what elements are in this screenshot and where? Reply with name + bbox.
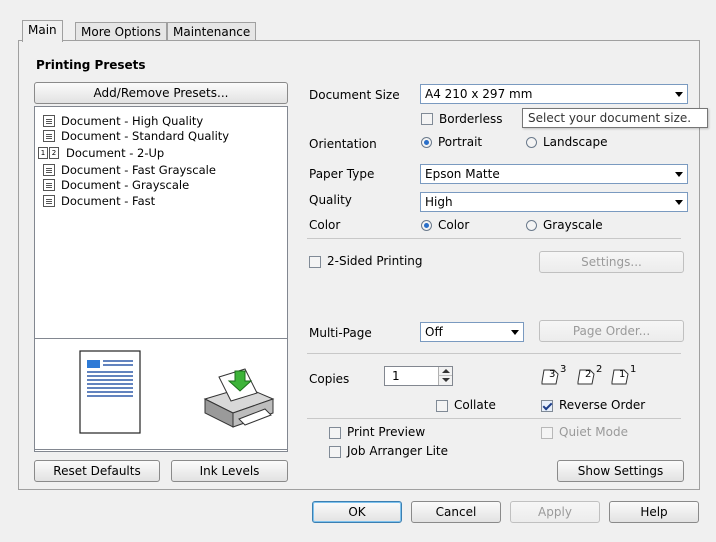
landscape-radio[interactable] [526, 137, 537, 148]
chevron-down-icon [675, 92, 683, 97]
document-icon [43, 179, 55, 191]
document-icon [43, 115, 55, 127]
portrait-label: Portrait [438, 135, 483, 149]
add-remove-presets-button[interactable]: Add/Remove Presets... [34, 82, 288, 104]
color-label: Color [309, 218, 341, 232]
quiet-mode-label: Quiet Mode [559, 425, 628, 439]
document-size-label: Document Size [309, 88, 400, 102]
collate-label: Collate [454, 398, 496, 412]
multi-page-select[interactable]: Off [420, 322, 524, 342]
divider [307, 418, 681, 419]
copies-label: Copies [309, 372, 350, 386]
help-button[interactable]: Help [609, 501, 699, 523]
document-icon [43, 195, 55, 207]
preset-item[interactable]: Document - High Quality [43, 113, 203, 129]
reverse-order-label: Reverse Order [559, 398, 646, 412]
borderless-checkbox[interactable] [421, 113, 433, 125]
page-stack-icon: 3 3 2 2 1 1 [540, 364, 690, 386]
stepper-up-icon[interactable] [438, 367, 452, 376]
two-up-icon: 12 [38, 147, 60, 159]
chevron-down-icon [511, 330, 519, 335]
document-size-tooltip: Select your document size. [522, 108, 708, 128]
preset-item[interactable]: Document - Grayscale [43, 177, 189, 193]
document-icon [43, 164, 55, 176]
divider [307, 238, 681, 239]
color-radio[interactable] [421, 220, 432, 231]
print-preview-graphic [34, 338, 288, 450]
reverse-order-checkbox[interactable] [541, 400, 553, 412]
paper-type-label: Paper Type [309, 167, 375, 181]
apply-button[interactable]: Apply [510, 501, 600, 523]
ink-levels-button[interactable]: Ink Levels [171, 460, 288, 482]
page-order-button[interactable]: Page Order... [539, 320, 684, 342]
stepper-down-icon[interactable] [438, 376, 452, 385]
show-settings-button[interactable]: Show Settings [557, 460, 684, 482]
quiet-mode-checkbox[interactable] [541, 427, 553, 439]
settings-button[interactable]: Settings... [539, 251, 684, 273]
two-sided-printing-checkbox[interactable] [309, 256, 321, 268]
printer-icon [203, 368, 275, 428]
preset-item[interactable]: Document - Fast [43, 193, 155, 209]
divider [307, 353, 681, 354]
multi-page-label: Multi-Page [309, 326, 372, 340]
preset-item[interactable]: 1 2 Document - 2-Up [38, 145, 164, 161]
document-icon [43, 130, 55, 142]
cancel-button[interactable]: Cancel [411, 501, 501, 523]
grayscale-radio[interactable] [526, 220, 537, 231]
print-preview-label: Print Preview [347, 425, 426, 439]
portrait-radio[interactable] [421, 137, 432, 148]
job-arranger-lite-label: Job Arranger Lite [347, 444, 448, 458]
orientation-label: Orientation [309, 137, 377, 151]
grayscale-label: Grayscale [543, 218, 603, 232]
two-sided-printing-label: 2-Sided Printing [327, 254, 423, 268]
printing-presets-title: Printing Presets [36, 58, 146, 72]
copies-stepper[interactable]: 1 [384, 366, 453, 386]
quality-select[interactable]: High [420, 192, 688, 212]
preset-item[interactable]: Document - Fast Grayscale [43, 162, 216, 178]
print-preview-checkbox[interactable] [329, 427, 341, 439]
paper-type-select[interactable]: Epson Matte [420, 164, 688, 184]
ok-button[interactable]: OK [312, 501, 402, 523]
copies-value: 1 [392, 369, 400, 383]
tab-more-options[interactable]: More Options [75, 22, 167, 42]
reset-defaults-button[interactable]: Reset Defaults [34, 460, 160, 482]
preset-item[interactable]: Document - Standard Quality [43, 128, 229, 144]
chevron-down-icon [675, 200, 683, 205]
tab-main[interactable]: Main [22, 20, 63, 42]
quality-label: Quality [309, 193, 352, 207]
document-size-select[interactable]: A4 210 x 297 mm [420, 84, 688, 104]
collate-checkbox[interactable] [436, 400, 448, 412]
tab-maintenance[interactable]: Maintenance [167, 22, 257, 42]
borderless-label: Borderless [439, 112, 503, 126]
color-option-label: Color [438, 218, 470, 232]
chevron-down-icon [675, 172, 683, 177]
job-arranger-lite-checkbox[interactable] [329, 446, 341, 458]
landscape-label: Landscape [543, 135, 608, 149]
